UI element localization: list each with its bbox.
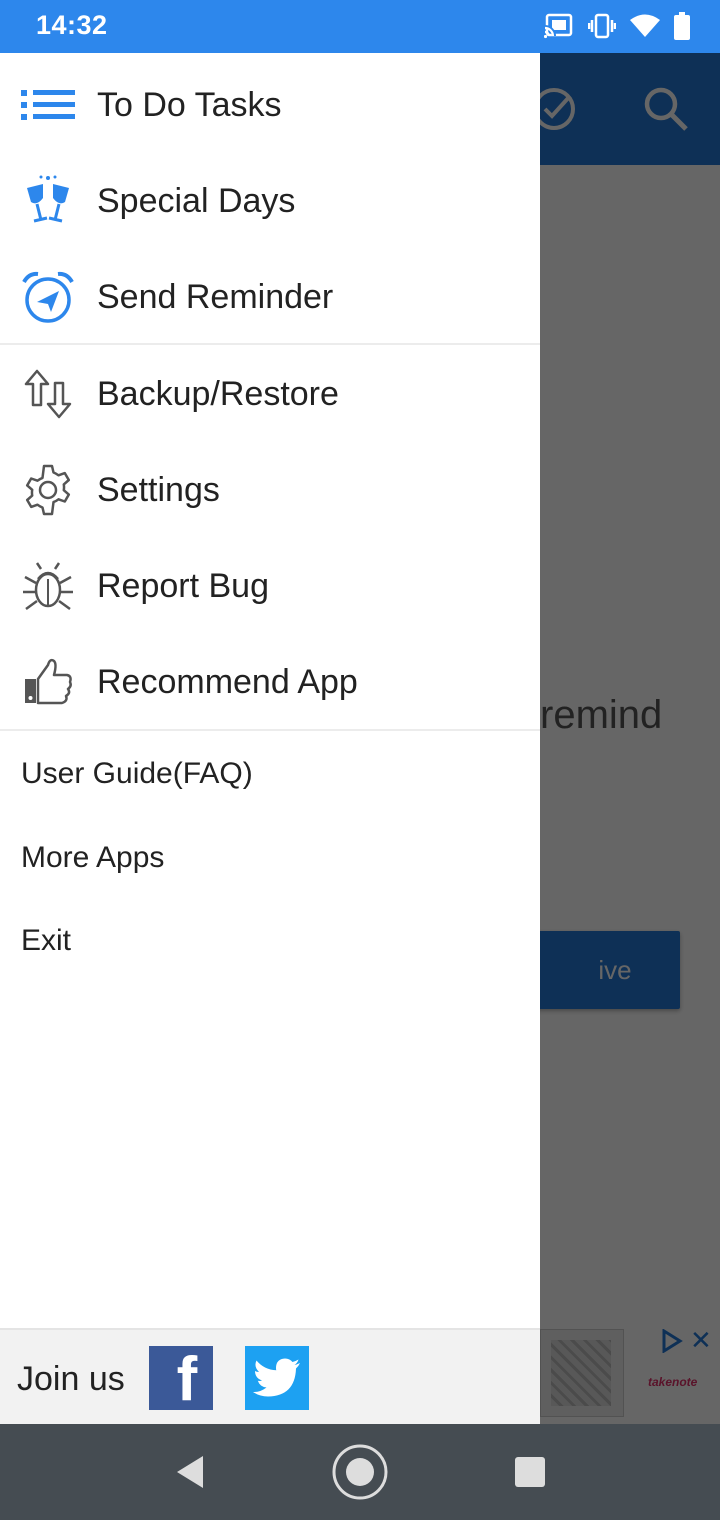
vibrate-icon (588, 13, 616, 39)
cast-icon (544, 13, 574, 39)
divider (0, 343, 540, 345)
back-icon[interactable] (160, 1424, 220, 1520)
join-us-label: Join us (17, 1360, 125, 1398)
cheers-glasses-icon (20, 173, 76, 229)
drawer-footer: Join us f (0, 1328, 540, 1426)
wifi-icon (630, 14, 660, 38)
user-guide-link[interactable]: User Guide(FAQ) (21, 757, 253, 791)
twitter-icon[interactable] (245, 1346, 309, 1410)
more-apps-link[interactable]: More Apps (21, 841, 164, 875)
gear-icon (20, 462, 76, 518)
menu-item-report-bug[interactable]: Report Bug (0, 538, 540, 634)
menu-item-settings[interactable]: Settings (0, 442, 540, 538)
menu-item-label: Special Days (97, 181, 296, 220)
system-nav-bar (0, 1424, 720, 1520)
navigation-drawer: To Do Tasks Special Days Send Reminder B… (0, 53, 540, 1426)
menu-item-label: Report Bug (97, 566, 269, 605)
menu-item-label: Settings (97, 470, 220, 509)
thumbs-up-icon (20, 654, 76, 710)
list-icon (20, 77, 76, 133)
menu-item-label: Recommend App (97, 662, 358, 701)
divider (0, 729, 540, 731)
battery-icon (674, 12, 690, 40)
status-bar: 14:32 (0, 0, 720, 53)
menu-item-label: To Do Tasks (97, 85, 282, 124)
menu-item-backup-restore[interactable]: Backup/Restore (0, 346, 540, 442)
up-down-arrows-icon (20, 366, 76, 422)
facebook-icon[interactable]: f (149, 1346, 213, 1410)
alarm-send-icon (20, 269, 76, 325)
recents-icon[interactable] (500, 1424, 560, 1520)
home-icon[interactable] (326, 1424, 394, 1520)
status-time: 14:32 (36, 10, 108, 40)
bug-icon (20, 558, 76, 614)
menu-item-label: Send Reminder (97, 277, 334, 316)
status-icons (544, 12, 690, 40)
menu-item-label: Backup/Restore (97, 374, 339, 413)
exit-link[interactable]: Exit (21, 924, 71, 958)
menu-item-send-reminder[interactable]: Send Reminder (0, 249, 540, 345)
menu-item-special-days[interactable]: Special Days (0, 153, 540, 249)
menu-item-recommend-app[interactable]: Recommend App (0, 634, 540, 730)
menu-item-todo-tasks[interactable]: To Do Tasks (0, 57, 540, 153)
